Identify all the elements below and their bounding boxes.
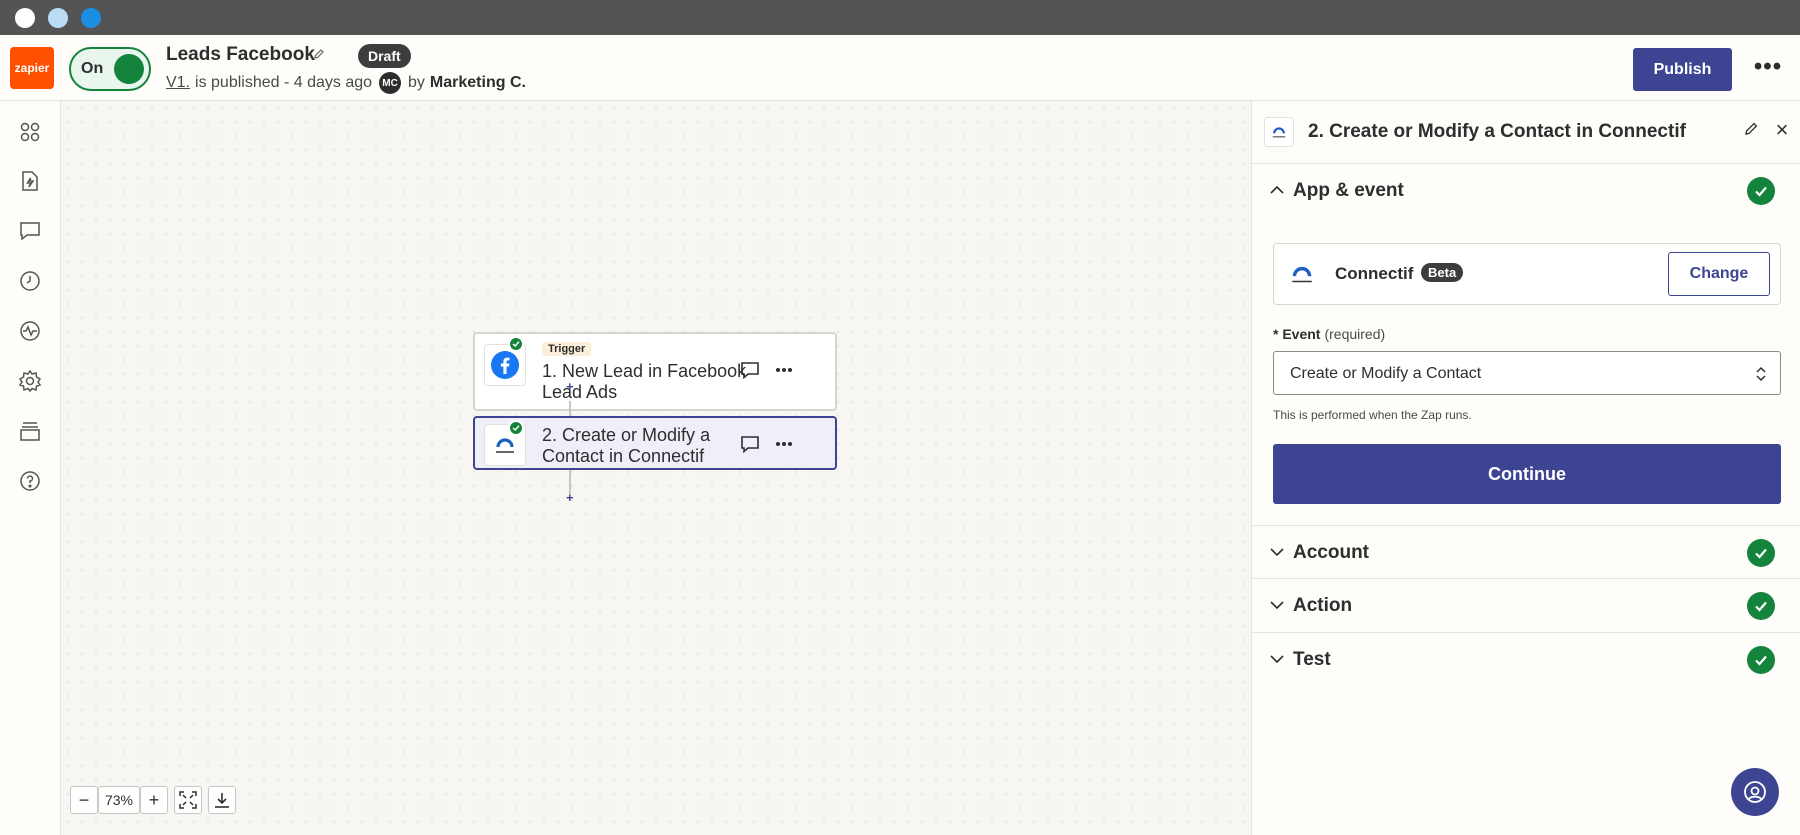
section-test-header[interactable]: Test (1252, 633, 1800, 687)
beta-badge: Beta (1421, 263, 1464, 282)
avatar: MC (379, 72, 402, 94)
published-text: is published - 4 days ago (195, 74, 373, 91)
step-more-icon[interactable] (770, 356, 798, 384)
window-close-button[interactable] (15, 8, 35, 28)
section-complete-check-icon (1747, 592, 1775, 620)
event-label-text: Event (1282, 326, 1321, 342)
event-select[interactable]: Create or Modify a Contact (1273, 351, 1781, 395)
window-maximize-button[interactable] (81, 8, 101, 28)
zoom-in-button[interactable]: + (140, 786, 168, 814)
step-title: 2. Create or Modify a Contact in Connect… (542, 425, 711, 466)
settings-icon[interactable] (18, 369, 42, 393)
chevron-down-icon (1268, 596, 1286, 614)
connectif-icon (1264, 117, 1294, 147)
chevron-down-icon (1268, 543, 1286, 561)
author-name: Marketing C. (429, 74, 526, 91)
apps-icon[interactable] (18, 120, 42, 144)
close-icon[interactable]: × (1771, 119, 1793, 141)
step-more-icon[interactable] (770, 430, 798, 458)
support-chat-icon[interactable] (1731, 768, 1779, 816)
version-link[interactable]: V1. (166, 74, 190, 92)
step-card-trigger[interactable]: Trigger 1. New Lead in Facebook Lead Ads (473, 332, 837, 411)
section-label: Test (1293, 649, 1331, 670)
step-editor-panel: 2. Create or Modify a Contact in Connect… (1251, 101, 1800, 835)
step-complete-check-icon (508, 336, 524, 352)
section-account-header[interactable]: Account (1252, 525, 1800, 579)
chevron-down-icon (1268, 650, 1286, 668)
section-app-event-header[interactable]: App & event (1252, 164, 1800, 218)
add-step-plus-icon[interactable]: + (566, 379, 574, 394)
history-icon[interactable] (18, 269, 42, 293)
panel-header: 2. Create or Modify a Contact in Connect… (1252, 101, 1800, 164)
section-label: Action (1293, 595, 1353, 616)
event-hint: This is performed when the Zap runs. (1273, 408, 1472, 422)
left-sidebar (0, 101, 61, 835)
connector-line (569, 401, 571, 415)
fit-view-icon[interactable] (174, 786, 202, 814)
status-badge: Draft (358, 44, 411, 68)
panel-title: 2. Create or Modify a Contact in Connect… (1308, 121, 1686, 142)
trigger-badge: Trigger (542, 342, 592, 356)
rename-pencil-icon[interactable] (313, 47, 325, 63)
more-options-button[interactable]: ••• (1753, 49, 1783, 89)
window-minimize-button[interactable] (48, 8, 68, 28)
activity-icon[interactable] (18, 319, 42, 343)
section-action-header[interactable]: Action (1252, 579, 1800, 633)
section-label: App & event (1293, 180, 1404, 201)
section-complete-check-icon (1747, 177, 1775, 205)
section-complete-check-icon (1747, 646, 1775, 674)
step-comment-icon[interactable] (736, 430, 764, 458)
zoom-controls: − 73% + (70, 786, 236, 814)
by-text: by (408, 74, 425, 91)
selected-app-box: Connectif Beta Change (1273, 243, 1781, 305)
select-arrows-icon (1754, 364, 1768, 384)
zap-on-toggle[interactable]: On (69, 47, 151, 91)
file-bolt-icon[interactable] (18, 169, 42, 193)
publish-button[interactable]: Publish (1633, 48, 1732, 91)
toggle-knob (114, 54, 144, 84)
required-text: (required) (1324, 326, 1386, 342)
versions-icon[interactable] (18, 419, 42, 443)
app-name: Connectif (1335, 264, 1414, 283)
zapier-logo[interactable]: zapier (10, 47, 54, 89)
step-comment-icon[interactable] (736, 356, 764, 384)
add-step-plus-icon[interactable]: + (566, 490, 574, 505)
section-complete-check-icon (1747, 539, 1775, 567)
edit-title-pencil-icon[interactable] (1743, 121, 1763, 141)
zap-canvas[interactable]: Trigger 1. New Lead in Facebook Lead Ads… (61, 101, 1251, 835)
section-label: Account (1293, 542, 1369, 563)
step-complete-check-icon (508, 420, 524, 436)
step-card-action[interactable]: 2. Create or Modify a Contact in Connect… (473, 416, 837, 470)
toggle-label: On (81, 60, 104, 77)
chevron-up-icon (1268, 181, 1286, 199)
zoom-level: 73% (98, 786, 140, 814)
help-icon[interactable] (18, 469, 42, 493)
change-app-button[interactable]: Change (1668, 252, 1770, 296)
window-titlebar (0, 0, 1800, 35)
continue-button[interactable]: Continue (1273, 444, 1781, 504)
publish-info: V1. is published - 4 days ago MC by Mark… (166, 72, 526, 94)
editor-header: zapier On Leads Facebook Draft V1. is pu… (0, 35, 1800, 101)
event-selected-value: Create or Modify a Contact (1290, 365, 1482, 382)
zoom-out-button[interactable]: − (70, 786, 98, 814)
download-icon[interactable] (208, 786, 236, 814)
zap-title[interactable]: Leads Facebook (166, 44, 315, 66)
connectif-icon (496, 438, 514, 453)
event-field-label: * Event (required) (1273, 326, 1386, 342)
connectif-icon (1288, 262, 1316, 286)
facebook-icon (491, 351, 519, 379)
comment-icon[interactable] (18, 219, 42, 243)
